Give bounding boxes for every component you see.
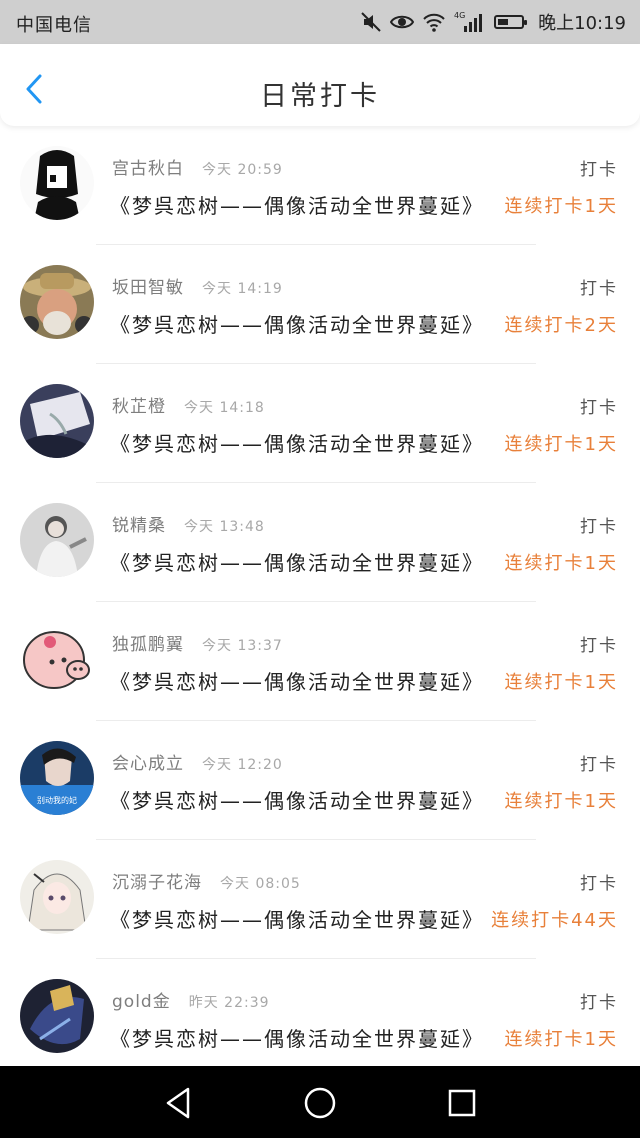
user-name: 会心成立	[112, 754, 184, 774]
checkin-link[interactable]: 打卡	[580, 988, 618, 1013]
divider	[96, 839, 536, 840]
divider	[96, 720, 536, 721]
user-name-line: 坂田智敏 今天 14:19	[112, 273, 283, 298]
avatar[interactable]	[20, 503, 94, 577]
checkin-link[interactable]: 打卡	[580, 631, 618, 656]
streak-label: 连续打卡1天	[504, 434, 618, 455]
user-name: 沉溺子花海	[112, 873, 202, 893]
divider	[96, 601, 536, 602]
checkin-link[interactable]: 打卡	[580, 512, 618, 537]
avatar[interactable]	[20, 979, 94, 1053]
checkin-link[interactable]: 打卡	[580, 750, 618, 775]
avatar[interactable]	[20, 146, 94, 220]
nav-home-button[interactable]	[302, 1085, 338, 1121]
checkin-time: 今天 14:19	[202, 281, 283, 297]
checkin-time: 今天 13:37	[202, 638, 283, 654]
user-name-line: 会心成立 今天 12:20	[112, 749, 283, 774]
page-title: 日常打卡	[260, 81, 380, 112]
wifi-icon	[422, 12, 446, 32]
streak-label: 连续打卡1天	[504, 553, 618, 574]
avatar-caption: 别动我的妃	[37, 795, 77, 805]
user-name-line: 独孤鹏翼 今天 13:37	[112, 630, 283, 655]
checkin-time: 今天 20:59	[202, 162, 283, 178]
streak-label: 连续打卡1天	[504, 672, 618, 693]
avatar[interactable]	[20, 384, 94, 458]
list-item[interactable]: gold金 昨天 22:39 打卡 《梦呉恋树——偶像活动全世界蔓延》 连续打卡1…	[0, 963, 640, 1082]
checkin-time: 今天 12:20	[202, 757, 283, 773]
user-name-line: gold金 昨天 22:39	[112, 987, 270, 1012]
mute-icon	[360, 11, 382, 33]
activity-title: 《梦呉恋树——偶像活动全世界蔓延》	[110, 908, 484, 932]
home-circle-icon	[304, 1087, 336, 1119]
user-name-line: 沉溺子花海 今天 08:05	[112, 868, 301, 893]
nav-back-button[interactable]	[160, 1085, 196, 1121]
streak-label: 连续打卡1天	[504, 791, 618, 812]
user-name-line: 秋芷橙 今天 14:18	[112, 392, 265, 417]
signal-4g-icon: 4G	[454, 10, 486, 34]
divider	[96, 482, 536, 483]
recents-square-icon	[448, 1089, 476, 1117]
streak-label: 连续打卡1天	[504, 196, 618, 217]
avatar[interactable]	[20, 265, 94, 339]
checkin-time: 今天 14:18	[184, 400, 265, 416]
avatar[interactable]: 别动我的妃	[20, 741, 94, 815]
activity-title: 《梦呉恋树——偶像活动全世界蔓延》	[110, 1027, 484, 1051]
user-name: 独孤鹏翼	[112, 635, 184, 655]
header-bar: 日常打卡	[0, 44, 640, 126]
carrier-label: 中国电信	[16, 15, 92, 36]
checkin-link[interactable]: 打卡	[580, 869, 618, 894]
avatar[interactable]	[20, 622, 94, 696]
list-item[interactable]: 坂田智敏 今天 14:19 打卡 《梦呉恋树——偶像活动全世界蔓延》 连续打卡2天	[0, 249, 640, 368]
streak-label: 连续打卡44天	[491, 910, 618, 931]
user-name: 宫古秋白	[112, 159, 184, 179]
status-bar: 中国电信 4G 晚上10:19	[0, 0, 640, 44]
activity-title: 《梦呉恋树——偶像活动全世界蔓延》	[110, 432, 484, 456]
activity-title: 《梦呉恋树——偶像活动全世界蔓延》	[110, 551, 484, 575]
list-item[interactable]: 宫古秋白 今天 20:59 打卡 《梦呉恋树——偶像活动全世界蔓延》 连续打卡1天	[0, 130, 640, 249]
user-name-line: 锐精桑 今天 13:48	[112, 511, 265, 536]
activity-title: 《梦呉恋树——偶像活动全世界蔓延》	[110, 789, 484, 813]
checkin-time: 今天 13:48	[184, 519, 265, 535]
user-name: 坂田智敏	[112, 278, 184, 298]
streak-label: 连续打卡2天	[504, 315, 618, 336]
activity-title: 《梦呉恋树——偶像活动全世界蔓延》	[110, 313, 484, 337]
back-triangle-icon	[166, 1087, 190, 1119]
checkin-link[interactable]: 打卡	[580, 393, 618, 418]
divider	[96, 363, 536, 364]
activity-title: 《梦呉恋树——偶像活动全世界蔓延》	[110, 194, 484, 218]
nav-recents-button[interactable]	[444, 1085, 480, 1121]
list-item[interactable]: 沉溺子花海 今天 08:05 打卡 《梦呉恋树——偶像活动全世界蔓延》 连续打卡4…	[0, 844, 640, 963]
eye-icon	[390, 13, 415, 31]
checkin-link[interactable]: 打卡	[580, 155, 618, 180]
streak-label: 连续打卡1天	[504, 1029, 618, 1050]
activity-title: 《梦呉恋树——偶像活动全世界蔓延》	[110, 670, 484, 694]
user-name: 锐精桑	[112, 516, 166, 536]
user-name: 秋芷橙	[112, 397, 166, 417]
user-name: gold金	[112, 992, 171, 1012]
user-name-line: 宫古秋白 今天 20:59	[112, 154, 283, 179]
list-item[interactable]: 秋芷橙 今天 14:18 打卡 《梦呉恋树——偶像活动全世界蔓延》 连续打卡1天	[0, 368, 640, 487]
status-icons: 4G 晚上10:19	[360, 8, 626, 36]
checkin-link[interactable]: 打卡	[580, 274, 618, 299]
status-time: 晚上10:19	[538, 13, 626, 34]
divider	[96, 244, 536, 245]
list-item[interactable]: 锐精桑 今天 13:48 打卡 《梦呉恋树——偶像活动全世界蔓延》 连续打卡1天	[0, 487, 640, 606]
battery-icon	[494, 15, 528, 29]
checkin-time: 昨天 22:39	[188, 995, 270, 1011]
checkin-time: 今天 08:05	[220, 876, 301, 892]
list-item[interactable]: 别动我的妃 会心成立 今天 12:20 打卡 《梦呉恋树——偶像活动全世界蔓延》 …	[0, 725, 640, 844]
avatar[interactable]	[20, 860, 94, 934]
network-label: 4G	[454, 11, 465, 20]
divider	[96, 958, 536, 959]
system-nav-bar	[0, 1066, 640, 1138]
list-item[interactable]: 独孤鹏翼 今天 13:37 打卡 《梦呉恋树——偶像活动全世界蔓延》 连续打卡1天	[0, 606, 640, 725]
